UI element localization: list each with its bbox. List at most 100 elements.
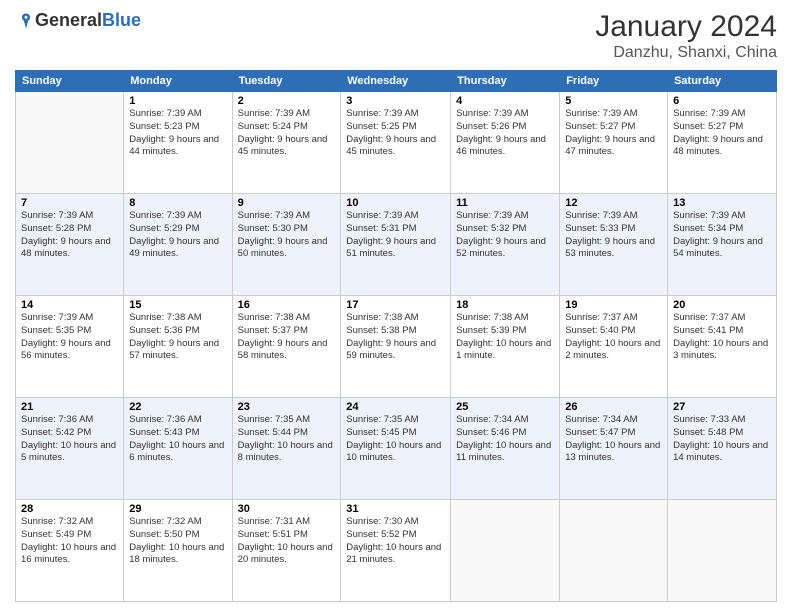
day-info: Sunrise: 7:37 AMSunset: 5:41 PMDaylight:…	[673, 312, 771, 363]
day-info: Sunrise: 7:39 AMSunset: 5:31 PMDaylight:…	[346, 210, 445, 261]
day-number: 13	[673, 197, 771, 209]
calendar-cell	[16, 92, 124, 194]
day-info: Sunrise: 7:36 AMSunset: 5:43 PMDaylight:…	[129, 414, 226, 465]
day-info: Sunrise: 7:37 AMSunset: 5:40 PMDaylight:…	[565, 312, 662, 363]
day-number: 24	[346, 401, 445, 413]
day-info: Sunrise: 7:39 AMSunset: 5:23 PMDaylight:…	[129, 108, 226, 159]
day-number: 28	[21, 503, 118, 515]
day-number: 12	[565, 197, 662, 209]
day-info: Sunrise: 7:32 AMSunset: 5:49 PMDaylight:…	[21, 516, 118, 567]
calendar-cell: 2Sunrise: 7:39 AMSunset: 5:24 PMDaylight…	[232, 92, 341, 194]
day-info: Sunrise: 7:38 AMSunset: 5:39 PMDaylight:…	[456, 312, 554, 363]
header: GeneralBlue January 2024 Danzhu, Shanxi,…	[15, 10, 777, 62]
calendar-cell: 14Sunrise: 7:39 AMSunset: 5:35 PMDayligh…	[16, 296, 124, 398]
calendar-cell: 22Sunrise: 7:36 AMSunset: 5:43 PMDayligh…	[124, 398, 232, 500]
day-info: Sunrise: 7:39 AMSunset: 5:34 PMDaylight:…	[673, 210, 771, 261]
logo-general: General	[35, 10, 102, 31]
day-header-tuesday: Tuesday	[232, 71, 341, 92]
calendar-cell	[560, 500, 668, 602]
calendar-cell: 26Sunrise: 7:34 AMSunset: 5:47 PMDayligh…	[560, 398, 668, 500]
day-info: Sunrise: 7:39 AMSunset: 5:27 PMDaylight:…	[565, 108, 662, 159]
day-info: Sunrise: 7:39 AMSunset: 5:24 PMDaylight:…	[238, 108, 336, 159]
calendar-cell: 16Sunrise: 7:38 AMSunset: 5:37 PMDayligh…	[232, 296, 341, 398]
day-number: 20	[673, 299, 771, 311]
day-number: 17	[346, 299, 445, 311]
calendar-cell: 1Sunrise: 7:39 AMSunset: 5:23 PMDaylight…	[124, 92, 232, 194]
calendar-cell: 6Sunrise: 7:39 AMSunset: 5:27 PMDaylight…	[668, 92, 777, 194]
logo-blue: Blue	[102, 10, 141, 31]
day-info: Sunrise: 7:30 AMSunset: 5:52 PMDaylight:…	[346, 516, 445, 567]
day-number: 25	[456, 401, 554, 413]
day-info: Sunrise: 7:39 AMSunset: 5:28 PMDaylight:…	[21, 210, 118, 261]
day-number: 22	[129, 401, 226, 413]
day-info: Sunrise: 7:38 AMSunset: 5:36 PMDaylight:…	[129, 312, 226, 363]
day-number: 11	[456, 197, 554, 209]
calendar-cell: 24Sunrise: 7:35 AMSunset: 5:45 PMDayligh…	[341, 398, 451, 500]
day-info: Sunrise: 7:34 AMSunset: 5:47 PMDaylight:…	[565, 414, 662, 465]
calendar-cell: 3Sunrise: 7:39 AMSunset: 5:25 PMDaylight…	[341, 92, 451, 194]
day-number: 3	[346, 95, 445, 107]
day-number: 6	[673, 95, 771, 107]
day-number: 2	[238, 95, 336, 107]
calendar-cell: 20Sunrise: 7:37 AMSunset: 5:41 PMDayligh…	[668, 296, 777, 398]
day-number: 23	[238, 401, 336, 413]
day-number: 7	[21, 197, 118, 209]
calendar-cell: 23Sunrise: 7:35 AMSunset: 5:44 PMDayligh…	[232, 398, 341, 500]
day-number: 9	[238, 197, 336, 209]
month-year: January 2024	[595, 10, 777, 44]
logo: GeneralBlue	[15, 10, 141, 31]
calendar-cell: 10Sunrise: 7:39 AMSunset: 5:31 PMDayligh…	[341, 194, 451, 296]
day-header-sunday: Sunday	[16, 71, 124, 92]
day-info: Sunrise: 7:35 AMSunset: 5:44 PMDaylight:…	[238, 414, 336, 465]
calendar-cell: 21Sunrise: 7:36 AMSunset: 5:42 PMDayligh…	[16, 398, 124, 500]
day-info: Sunrise: 7:39 AMSunset: 5:27 PMDaylight:…	[673, 108, 771, 159]
day-header-wednesday: Wednesday	[341, 71, 451, 92]
day-number: 27	[673, 401, 771, 413]
calendar-cell: 12Sunrise: 7:39 AMSunset: 5:33 PMDayligh…	[560, 194, 668, 296]
day-info: Sunrise: 7:39 AMSunset: 5:32 PMDaylight:…	[456, 210, 554, 261]
day-info: Sunrise: 7:39 AMSunset: 5:33 PMDaylight:…	[565, 210, 662, 261]
day-number: 30	[238, 503, 336, 515]
calendar-cell: 11Sunrise: 7:39 AMSunset: 5:32 PMDayligh…	[451, 194, 560, 296]
day-header-monday: Monday	[124, 71, 232, 92]
day-info: Sunrise: 7:35 AMSunset: 5:45 PMDaylight:…	[346, 414, 445, 465]
day-number: 18	[456, 299, 554, 311]
day-info: Sunrise: 7:39 AMSunset: 5:30 PMDaylight:…	[238, 210, 336, 261]
calendar-cell: 29Sunrise: 7:32 AMSunset: 5:50 PMDayligh…	[124, 500, 232, 602]
calendar-cell	[668, 500, 777, 602]
calendar-cell: 8Sunrise: 7:39 AMSunset: 5:29 PMDaylight…	[124, 194, 232, 296]
day-number: 8	[129, 197, 226, 209]
day-number: 21	[21, 401, 118, 413]
calendar-cell: 27Sunrise: 7:33 AMSunset: 5:48 PMDayligh…	[668, 398, 777, 500]
calendar-cell: 18Sunrise: 7:38 AMSunset: 5:39 PMDayligh…	[451, 296, 560, 398]
calendar-cell: 9Sunrise: 7:39 AMSunset: 5:30 PMDaylight…	[232, 194, 341, 296]
day-number: 29	[129, 503, 226, 515]
day-info: Sunrise: 7:39 AMSunset: 5:25 PMDaylight:…	[346, 108, 445, 159]
calendar-cell: 5Sunrise: 7:39 AMSunset: 5:27 PMDaylight…	[560, 92, 668, 194]
day-info: Sunrise: 7:39 AMSunset: 5:29 PMDaylight:…	[129, 210, 226, 261]
calendar-cell: 13Sunrise: 7:39 AMSunset: 5:34 PMDayligh…	[668, 194, 777, 296]
day-number: 10	[346, 197, 445, 209]
day-number: 5	[565, 95, 662, 107]
calendar-cell	[451, 500, 560, 602]
page: GeneralBlue January 2024 Danzhu, Shanxi,…	[0, 0, 792, 612]
day-info: Sunrise: 7:32 AMSunset: 5:50 PMDaylight:…	[129, 516, 226, 567]
calendar-cell: 28Sunrise: 7:32 AMSunset: 5:49 PMDayligh…	[16, 500, 124, 602]
logo-icon	[17, 12, 35, 30]
calendar-cell: 15Sunrise: 7:38 AMSunset: 5:36 PMDayligh…	[124, 296, 232, 398]
day-number: 4	[456, 95, 554, 107]
day-number: 1	[129, 95, 226, 107]
calendar-table: SundayMondayTuesdayWednesdayThursdayFrid…	[15, 70, 777, 602]
calendar-cell: 17Sunrise: 7:38 AMSunset: 5:38 PMDayligh…	[341, 296, 451, 398]
day-info: Sunrise: 7:38 AMSunset: 5:38 PMDaylight:…	[346, 312, 445, 363]
calendar-cell: 4Sunrise: 7:39 AMSunset: 5:26 PMDaylight…	[451, 92, 560, 194]
calendar-cell: 31Sunrise: 7:30 AMSunset: 5:52 PMDayligh…	[341, 500, 451, 602]
day-number: 14	[21, 299, 118, 311]
day-number: 15	[129, 299, 226, 311]
calendar-cell: 25Sunrise: 7:34 AMSunset: 5:46 PMDayligh…	[451, 398, 560, 500]
title-area: January 2024 Danzhu, Shanxi, China	[595, 10, 777, 62]
day-info: Sunrise: 7:39 AMSunset: 5:26 PMDaylight:…	[456, 108, 554, 159]
day-info: Sunrise: 7:34 AMSunset: 5:46 PMDaylight:…	[456, 414, 554, 465]
day-header-saturday: Saturday	[668, 71, 777, 92]
day-number: 26	[565, 401, 662, 413]
